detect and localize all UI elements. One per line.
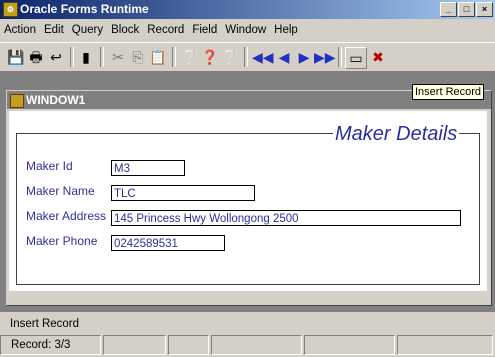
status-cell <box>167 335 210 355</box>
insert-record-tooltip: Insert Record <box>412 84 485 100</box>
block-icon[interactable]: ▮ <box>76 47 96 67</box>
title-bar: ⚙ Oracle Forms Runtime _ □ × <box>0 0 495 19</box>
paste-icon[interactable]: 📋 <box>148 47 168 67</box>
window-title: Oracle Forms Runtime <box>20 2 149 16</box>
toolbar-separator <box>244 47 248 67</box>
status-message: Insert Record <box>10 318 80 330</box>
save-icon[interactable]: 💾 <box>6 47 26 67</box>
maker-name-label: Maker Name <box>26 184 95 198</box>
next-block-icon[interactable]: ▶▶ <box>314 47 336 67</box>
previous-record-icon[interactable]: ◀ <box>274 47 294 67</box>
insert-record-icon[interactable]: ▭ <box>345 47 367 69</box>
child-window: WINDOW1 Maker Details Maker Id M3 Maker … <box>6 90 492 306</box>
menu-window[interactable]: Window <box>221 24 270 36</box>
close-button[interactable]: × <box>476 2 493 17</box>
maximize-button[interactable]: □ <box>458 2 475 17</box>
frame-title: Maker Details <box>333 123 460 146</box>
status-cell <box>304 335 396 355</box>
menu-bar: Action Edit Query Block Record Field Win… <box>0 20 495 40</box>
toolbar-separator <box>100 47 104 67</box>
status-bar: Insert Record Record: 3/3 <box>0 316 495 357</box>
copy-icon[interactable]: ⎘ <box>128 47 148 67</box>
maker-address-field[interactable]: 145 Princess Hwy Wollongong 2500 <box>111 210 461 226</box>
next-record-icon[interactable]: ▶ <box>294 47 314 67</box>
toolbar-separator <box>338 47 342 67</box>
record-count: Record: 3/3 <box>11 339 71 351</box>
status-cell <box>397 335 494 355</box>
status-line: Record: 3/3 <box>0 335 495 357</box>
menu-help[interactable]: Help <box>270 24 302 36</box>
menu-record[interactable]: Record <box>143 24 188 36</box>
app-icon: ⚙ <box>3 2 18 17</box>
maker-id-field[interactable]: M3 <box>111 160 185 176</box>
minimize-button[interactable]: _ <box>440 2 457 17</box>
delete-record-icon[interactable]: ✖ <box>368 47 388 67</box>
print-icon[interactable]: 🖶 <box>26 47 46 67</box>
form-canvas: Maker Details Maker Id M3 Maker Name TLC… <box>9 111 487 291</box>
previous-block-icon[interactable]: ◀◀ <box>252 47 274 67</box>
maker-phone-label: Maker Phone <box>26 234 98 248</box>
cancel-query-icon[interactable]: ❔ <box>220 47 240 67</box>
menu-block[interactable]: Block <box>107 24 143 36</box>
enter-query-icon[interactable]: ❔ <box>180 47 200 67</box>
record-indicator: Record: 3/3 <box>0 335 101 355</box>
cut-icon[interactable]: ✂ <box>108 47 128 67</box>
maker-name-field[interactable]: TLC <box>111 185 255 201</box>
execute-query-icon[interactable]: ❓ <box>200 47 220 67</box>
status-cell <box>102 335 166 355</box>
toolbar-separator <box>172 47 176 67</box>
menu-edit[interactable]: Edit <box>40 24 68 36</box>
maker-address-label: Maker Address <box>26 209 107 223</box>
maker-phone-field[interactable]: 0242589531 <box>111 235 225 251</box>
toolbar-separator <box>70 47 74 67</box>
exit-icon[interactable]: ↩ <box>46 47 66 67</box>
window-controls: _ □ × <box>440 2 493 17</box>
child-window-icon <box>10 94 24 108</box>
menu-field[interactable]: Field <box>188 24 221 36</box>
menu-action[interactable]: Action <box>0 24 40 36</box>
toolbar: 💾 🖶 ↩ ▮ ✂ ⎘ 📋 ❔ ❓ ❔ ◀◀ ◀ ▶ ▶▶ ▭ ✖ <box>0 42 495 72</box>
child-window-title: WINDOW1 <box>26 93 86 107</box>
status-cell <box>211 335 303 355</box>
menu-query[interactable]: Query <box>68 24 107 36</box>
maker-id-label: Maker Id <box>26 159 73 173</box>
